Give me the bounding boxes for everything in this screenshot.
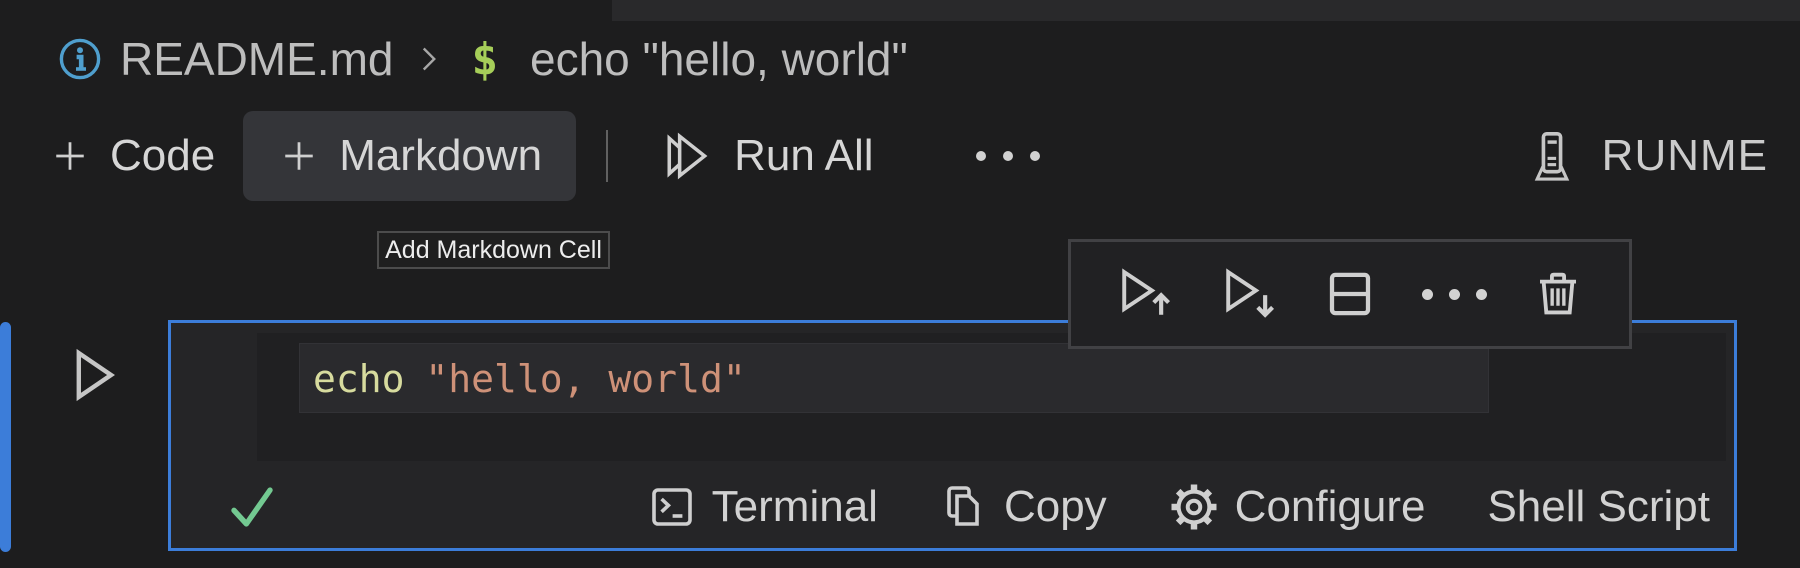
configure-button[interactable]: Configure — [1169, 482, 1426, 532]
add-markdown-label: Markdown — [339, 131, 543, 180]
terminal-label: Terminal — [711, 482, 878, 531]
tooltip: Add Markdown Cell — [377, 231, 610, 269]
execute-above-icon[interactable] — [1115, 264, 1175, 324]
terminal-button[interactable]: Terminal — [648, 482, 878, 532]
runme-logo-icon — [1524, 124, 1580, 188]
more-actions-icon[interactable] — [1421, 288, 1487, 300]
copy-icon — [940, 483, 988, 531]
breadcrumb: README.md $ echo "hello, world" — [56, 26, 908, 92]
code-keyword: echo — [313, 357, 405, 401]
breadcrumb-file[interactable]: README.md — [120, 32, 393, 86]
gear-icon — [1169, 482, 1219, 532]
configure-label: Configure — [1234, 482, 1426, 531]
notebook-editor: README.md $ echo "hello, world" Code Mar… — [0, 0, 1800, 568]
copy-label: Copy — [1003, 482, 1107, 531]
breadcrumb-shell-symbol[interactable]: $ — [471, 34, 498, 85]
code-cell: echo "hello, world" Terminal Copy Config… — [168, 320, 1737, 551]
runme-kernel-button[interactable]: RUNME — [1524, 124, 1776, 188]
run-all-icon — [662, 129, 716, 183]
execute-cell-and-below-icon[interactable] — [1219, 264, 1279, 324]
delete-cell-icon[interactable] — [1531, 267, 1585, 321]
cell-code-editor[interactable]: echo "hello, world" — [257, 333, 1726, 461]
active-tab-region — [0, 0, 612, 21]
run-all-label: Run All — [734, 131, 874, 180]
code-line[interactable]: echo "hello, world" — [313, 353, 746, 405]
split-cell-icon[interactable] — [1323, 267, 1377, 321]
add-code-label: Code — [110, 131, 216, 180]
code-string: "hello, world" — [425, 357, 746, 401]
cell-status-bar: Terminal Copy Configure Shell Script — [197, 474, 1710, 540]
add-markdown-cell-button[interactable]: Markdown — [243, 111, 577, 201]
cell-language-picker[interactable]: Shell Script — [1487, 482, 1710, 532]
run-all-button[interactable]: Run All — [638, 111, 897, 201]
info-icon[interactable] — [56, 35, 104, 83]
terminal-icon — [648, 483, 696, 531]
copy-button[interactable]: Copy — [940, 482, 1107, 532]
focused-cell-indicator — [0, 322, 11, 552]
breadcrumb-cell-command[interactable]: echo "hello, world" — [530, 32, 908, 86]
tooltip-text: Add Markdown Cell — [385, 235, 602, 264]
chevron-right-icon — [411, 41, 447, 77]
plus-icon — [48, 134, 92, 178]
toolbar-separator — [606, 130, 609, 182]
more-actions-icon[interactable] — [968, 111, 1048, 201]
language-label: Shell Script — [1487, 482, 1710, 531]
plus-icon — [277, 134, 321, 178]
add-code-cell-button[interactable]: Code — [24, 111, 239, 201]
check-icon — [225, 480, 279, 534]
editor-tab-strip — [0, 0, 1800, 21]
run-cell-button[interactable] — [62, 344, 124, 406]
cell-toolbar — [1068, 239, 1632, 349]
runme-label: RUNME — [1601, 131, 1768, 180]
notebook-toolbar: Code Markdown Run All RUNME — [24, 108, 1776, 204]
